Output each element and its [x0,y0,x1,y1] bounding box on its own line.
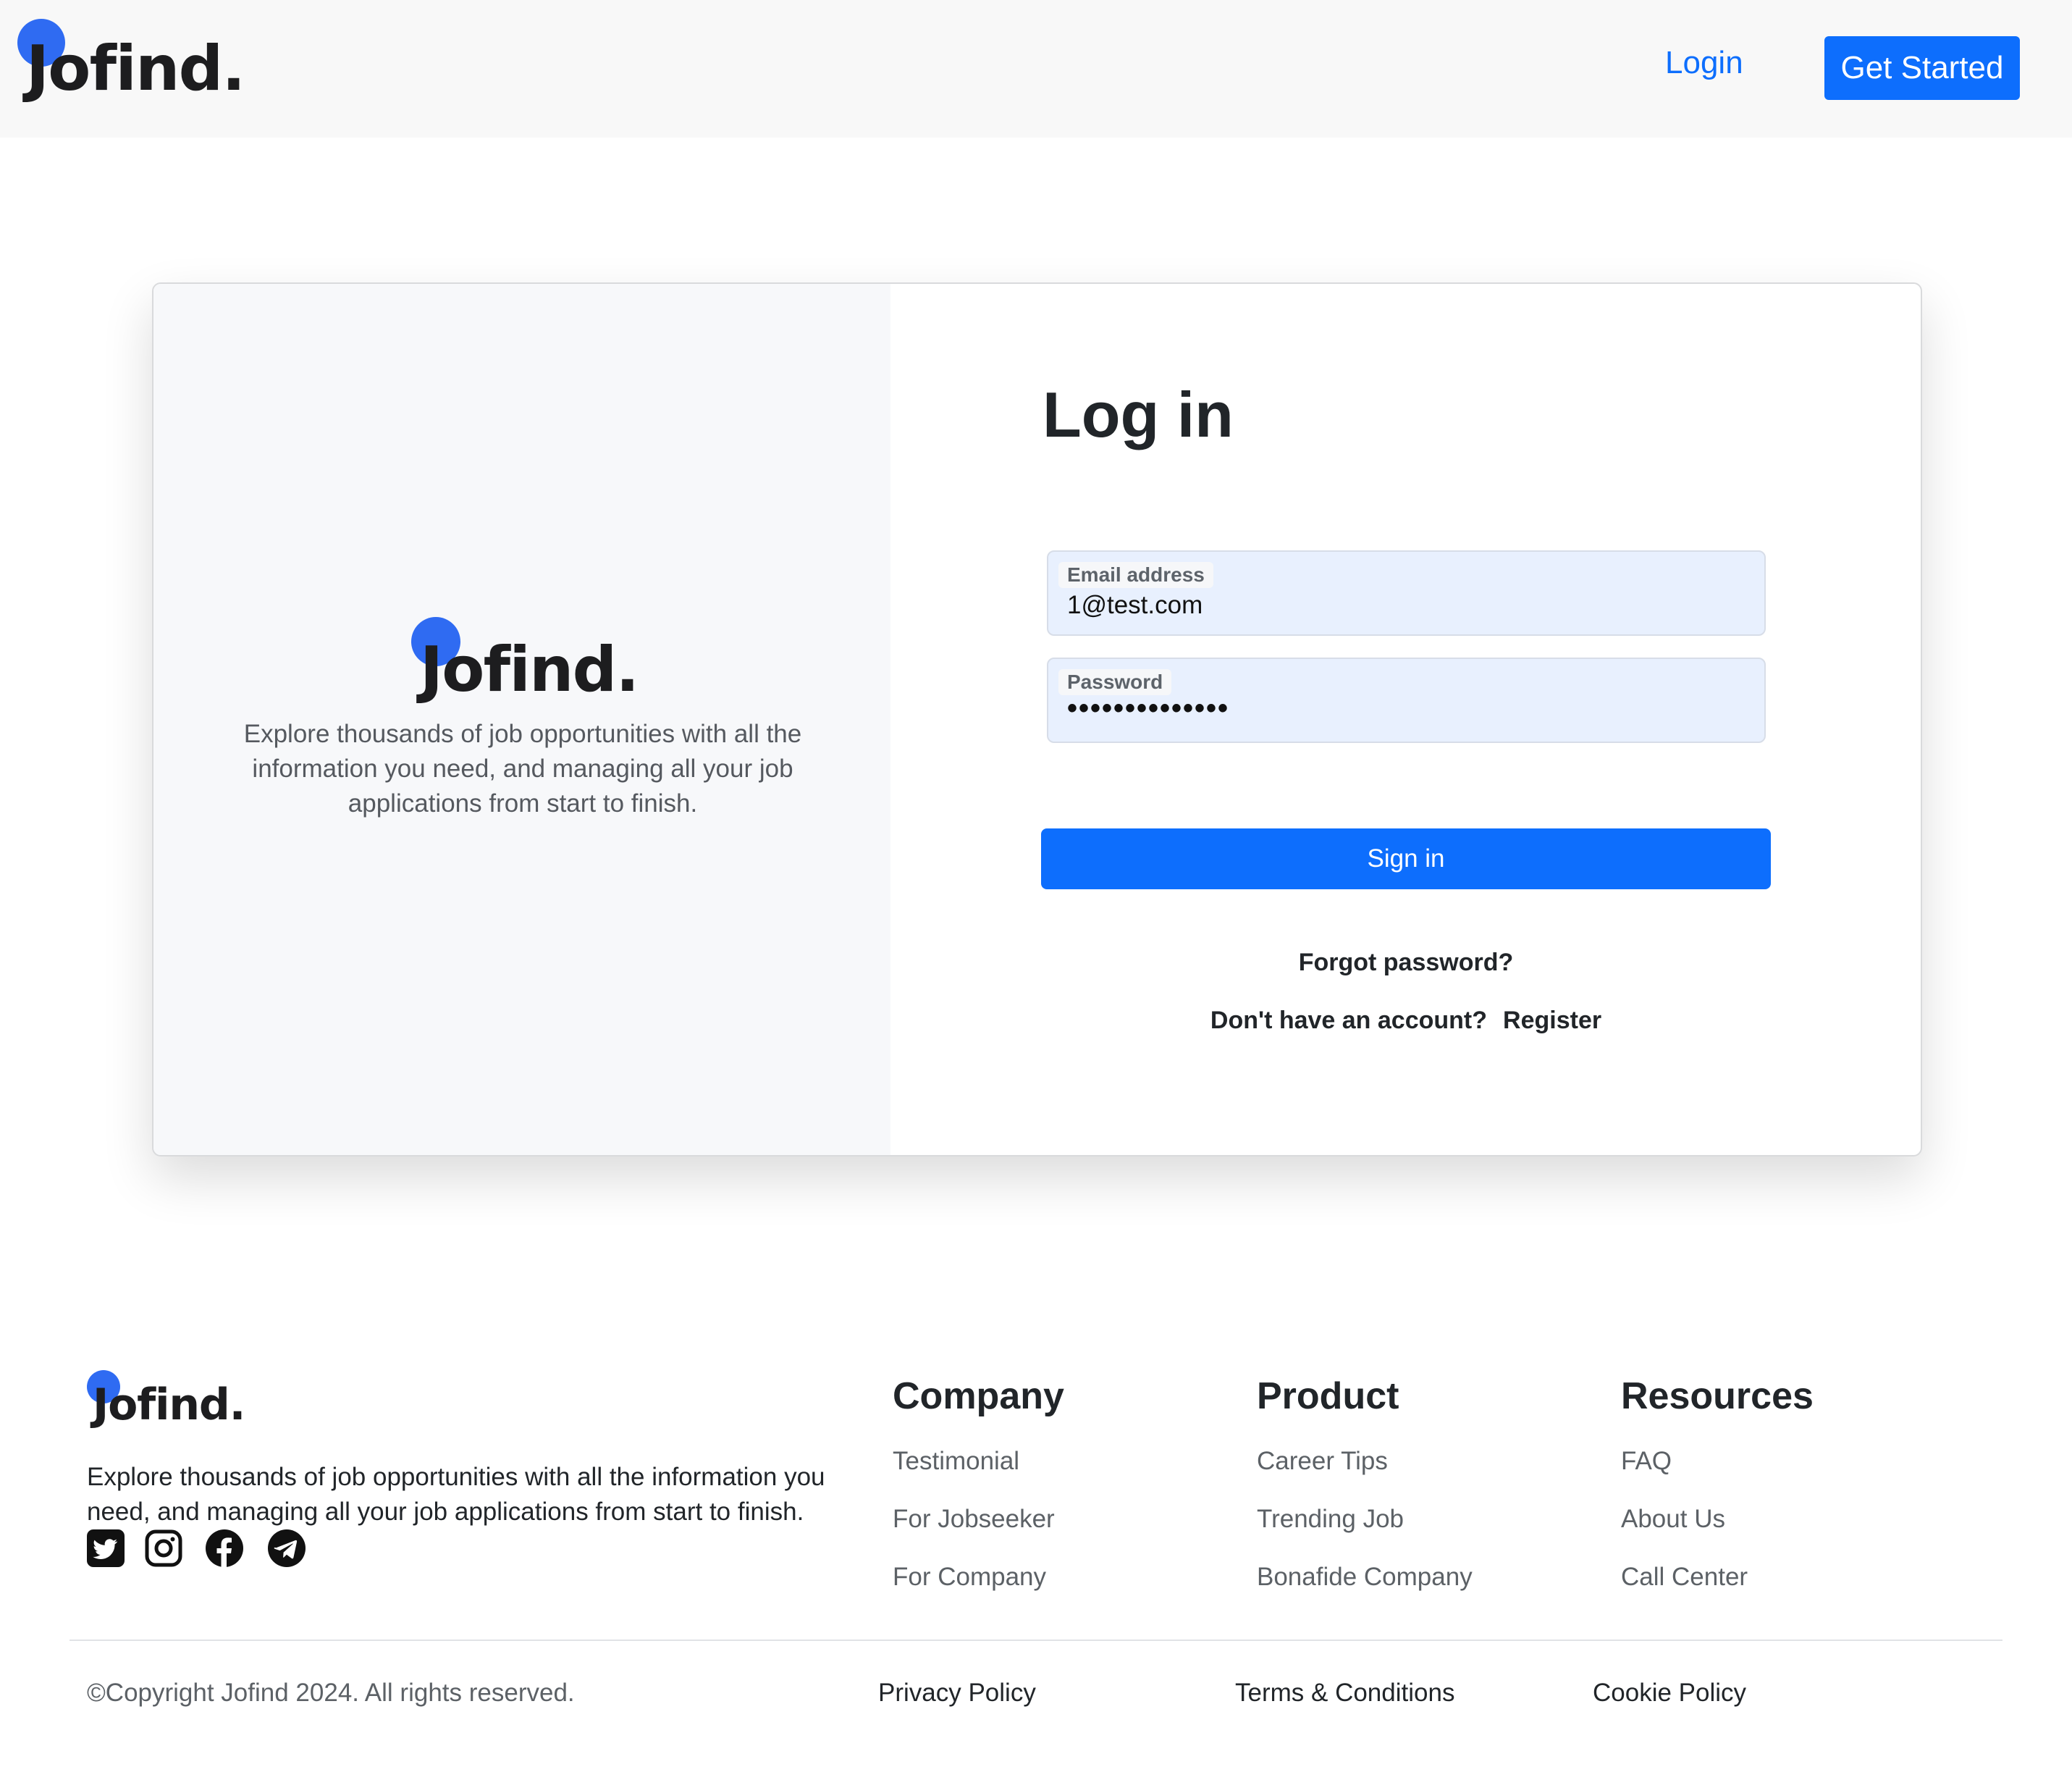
forgot-password-link[interactable]: Forgot password? [1041,949,1771,977]
copyright-text: ©Copyright Jofind 2024. All rights reser… [87,1679,575,1707]
top-navbar: Jofind. Login Get Started [0,0,2072,138]
email-label: Email address [1058,562,1213,588]
footer-logo[interactable]: Jofind. [85,1369,259,1441]
terms-conditions-link[interactable]: Terms & Conditions [1235,1679,1454,1708]
footer-col-product-title: Product [1257,1375,1399,1417]
footer-link-bonafide-company[interactable]: Bonafide Company [1257,1563,1473,1592]
privacy-policy-link[interactable]: Privacy Policy [878,1679,1036,1708]
footer-link-faq[interactable]: FAQ [1621,1447,1672,1476]
footer-divider [70,1640,2002,1641]
page-title: Log in [1043,379,1234,450]
logo-wordmark: Jofind. [26,33,245,105]
footer-col-resources-title: Resources [1621,1375,1814,1417]
email-input[interactable] [1067,591,1719,620]
password-field[interactable]: Password •••••••••••••• [1047,658,1766,743]
telegram-icon[interactable] [266,1528,307,1569]
footer-link-call-center[interactable]: Call Center [1621,1563,1748,1592]
get-started-button[interactable]: Get Started [1824,36,2020,100]
sign-in-button[interactable]: Sign in [1041,828,1771,889]
no-account-text: Don't have an account? [1210,1007,1488,1034]
header-logo[interactable]: Jofind. [16,17,245,104]
brand-panel: Jofind. Explore thousands of job opportu… [153,284,890,1155]
footer-description: Explore thousands of job opportunities w… [87,1463,825,1526]
footer-link-for-jobseeker[interactable]: For Jobseeker [893,1505,1055,1534]
cookie-policy-link[interactable]: Cookie Policy [1593,1679,1746,1708]
footer-link-testimonial[interactable]: Testimonial [893,1447,1019,1476]
footer-link-for-company[interactable]: For Company [893,1563,1046,1592]
footer-link-trending-job[interactable]: Trending Job [1257,1505,1404,1534]
register-prompt: Don't have an account? Register [1041,1007,1771,1035]
logo-wordmark: Jofind. [420,634,639,706]
nav-login-link[interactable]: Login [1665,45,1743,81]
password-label: Password [1058,669,1172,695]
logo-wordmark: Jofind. [93,1380,245,1430]
instagram-icon[interactable] [143,1528,184,1569]
register-link[interactable]: Register [1503,1007,1601,1035]
footer-link-career-tips[interactable]: Career Tips [1257,1447,1388,1476]
facebook-icon[interactable] [204,1528,245,1569]
footer-link-about-us[interactable]: About Us [1621,1505,1725,1534]
password-input[interactable]: •••••••••••••• [1067,692,1719,725]
email-field[interactable]: Email address [1047,550,1766,636]
twitter-icon[interactable] [85,1528,126,1569]
brand-tagline: Explore thousands of job opportunities w… [243,720,802,818]
card-logo: Jofind. [411,617,643,704]
footer-col-company-title: Company [893,1375,1064,1417]
login-card: Jofind. Explore thousands of job opportu… [152,282,1922,1156]
